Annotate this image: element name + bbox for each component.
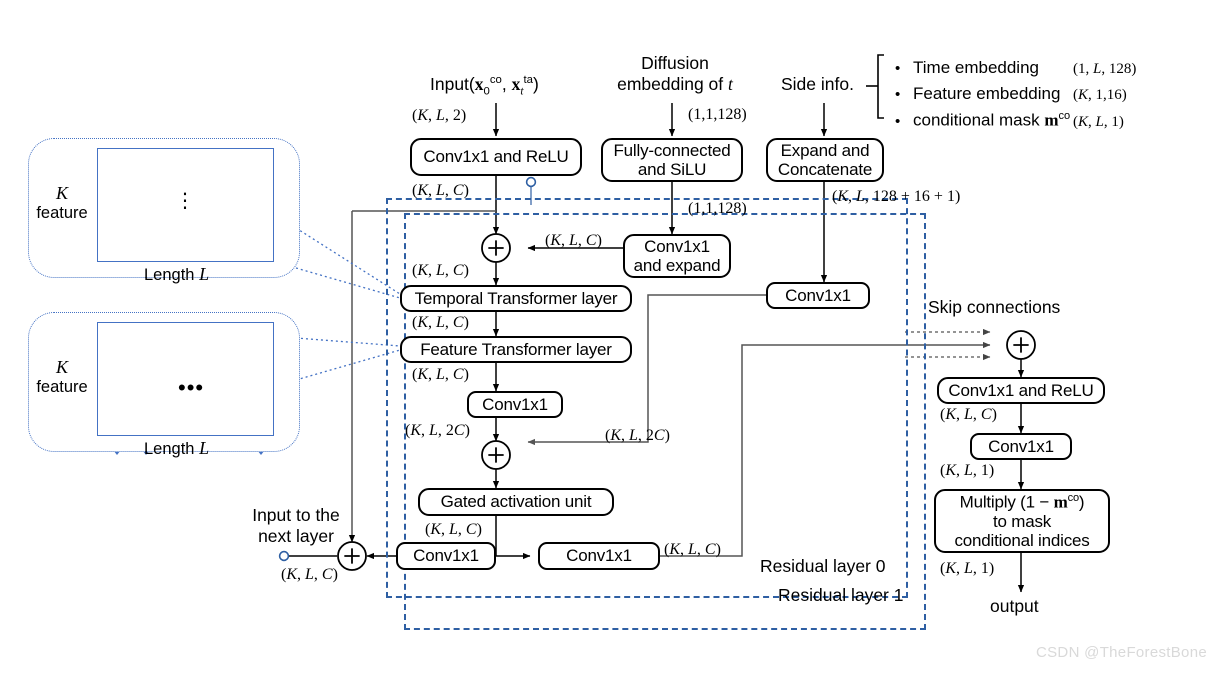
node-conv1x1-side[interactable]: Conv1x1 xyxy=(766,282,870,309)
node-conv1x1-right-out[interactable]: Conv1x1 xyxy=(538,542,660,570)
shape-feature-to-conv: (K, L, C) xyxy=(412,366,469,383)
shape-side-to-plus2: (K, L, 2C) xyxy=(605,427,670,444)
shape-plus-to-temporal: (K, L, C) xyxy=(412,262,469,279)
node-conv1x1-left-out[interactable]: Conv1x1 xyxy=(396,542,496,570)
multiply-mask-line2: to mask xyxy=(992,511,1052,531)
diffusion-embedding-label: Diffusion embedding of t xyxy=(617,53,733,94)
callout-temporal-k-label: K xyxy=(55,183,68,203)
side-info-item-feature-label: Feature embedding xyxy=(913,84,1061,103)
callout-temporal-length: Length L xyxy=(144,264,210,284)
callout-temporal-ellipsis: ⋮ xyxy=(175,190,195,212)
bullet-icon: • xyxy=(895,86,901,103)
residual-layer-0-label: Residual layer 0 xyxy=(760,556,886,576)
node-temporal-transformer-layer[interactable]: Temporal Transformer layer xyxy=(400,285,632,312)
multiply-mask-line1: Multiply (1 − mco) xyxy=(959,492,1085,512)
side-info-item-time-shape: (1, L, 128) xyxy=(1073,61,1137,77)
side-info-item-time-label: Time embedding xyxy=(913,58,1039,77)
side-info-item-time: • Time embedding (1, L, 128) xyxy=(895,58,1136,84)
shape-conv-to-plus2: (K, L, 2C) xyxy=(405,422,470,439)
multiply-mask-line3: conditional indices xyxy=(954,530,1090,550)
output-label: output xyxy=(990,596,1039,616)
callout-feature-label: feature xyxy=(36,377,88,396)
node-conv1x1-mid[interactable]: Conv1x1 xyxy=(467,391,563,418)
node-conv1x1-and-expand[interactable]: Conv1x1 and expand xyxy=(623,234,731,278)
callout-feature-k-label: K xyxy=(55,357,68,377)
node-feature-transformer-layer[interactable]: Feature Transformer layer xyxy=(400,336,632,363)
skip-connections-label: Skip connections xyxy=(928,297,1061,317)
shape-conv-to-plus: (K, L, C) xyxy=(412,182,469,199)
bullet-icon: • xyxy=(895,60,901,77)
shape-input-to-conv: (K, L, 2) xyxy=(412,107,467,124)
input-label: Input(x0co, xtta) xyxy=(430,74,539,98)
shape-diffusion-to-fc: (1,1,128) xyxy=(688,106,747,123)
shape-skip-relu-out: (K, L, C) xyxy=(940,406,997,423)
shape-temporal-to-feature: (K, L, C) xyxy=(412,314,469,331)
shape-expand-out: (K, L, 128 + 16 + 1) xyxy=(832,188,961,205)
shape-mask-out: (K, L, 1) xyxy=(940,560,995,577)
shape-convexpand-to-plus: (K, L, C) xyxy=(545,232,602,249)
node-gated-activation-unit[interactable]: Gated activation unit xyxy=(418,488,614,516)
node-conv1x1-relu-skip[interactable]: Conv1x1 and ReLU xyxy=(937,377,1105,404)
side-info-label: Side info. xyxy=(781,74,854,94)
node-expand-and-concatenate[interactable]: Expand and Concatenate xyxy=(766,138,884,182)
callout-temporal-feature-label: feature xyxy=(36,203,88,222)
residual-layer-1-label: Residual layer 1 xyxy=(778,585,904,605)
shape-next-layer-out: (K, L, C) xyxy=(281,566,338,583)
side-info-item-mask-shape: (K, L, 1) xyxy=(1073,113,1124,130)
callout-feature-length: Length L xyxy=(144,438,210,458)
callout-temporal-k-feature: K feature xyxy=(32,183,92,223)
callout-feature-k-feature: K feature xyxy=(32,357,92,397)
callout-feature-ellipsis: ••• xyxy=(178,375,205,400)
node-conv1x1-relu-top[interactable]: Conv1x1 and ReLU xyxy=(410,138,582,176)
side-info-item-mask-label: conditional mask mco xyxy=(913,110,1071,130)
node-multiply-mask[interactable]: Multiply (1 − mco) to mask conditional i… xyxy=(934,489,1110,553)
shape-right-conv-out: (K, L, C) xyxy=(664,541,721,558)
side-info-list: • Time embedding (1, L, 128) • Feature e… xyxy=(895,58,1136,136)
node-conv1x1-skip2[interactable]: Conv1x1 xyxy=(970,433,1072,460)
shape-gated-out: (K, L, C) xyxy=(425,521,482,538)
shape-skip-conv-out: (K, L, 1) xyxy=(940,462,995,479)
node-fully-connected-silu[interactable]: Fully-connected and SiLU xyxy=(601,138,743,182)
shape-fc-to-convexpand: (1,1,128) xyxy=(688,200,747,217)
input-next-layer-label: Input to the next layer xyxy=(252,505,340,546)
diagram-canvas: K feature ⋮ Length L K feature ••• Lengt… xyxy=(0,0,1225,675)
watermark: CSDN @TheForestBone xyxy=(1036,644,1207,661)
bullet-icon: • xyxy=(895,112,901,130)
side-info-item-mask: • conditional mask mco (K, L, 1) xyxy=(895,110,1136,136)
side-info-item-feature: • Feature embedding (K, 1,16) xyxy=(895,84,1136,110)
side-info-item-feature-shape: (K, 1,16) xyxy=(1073,87,1127,103)
